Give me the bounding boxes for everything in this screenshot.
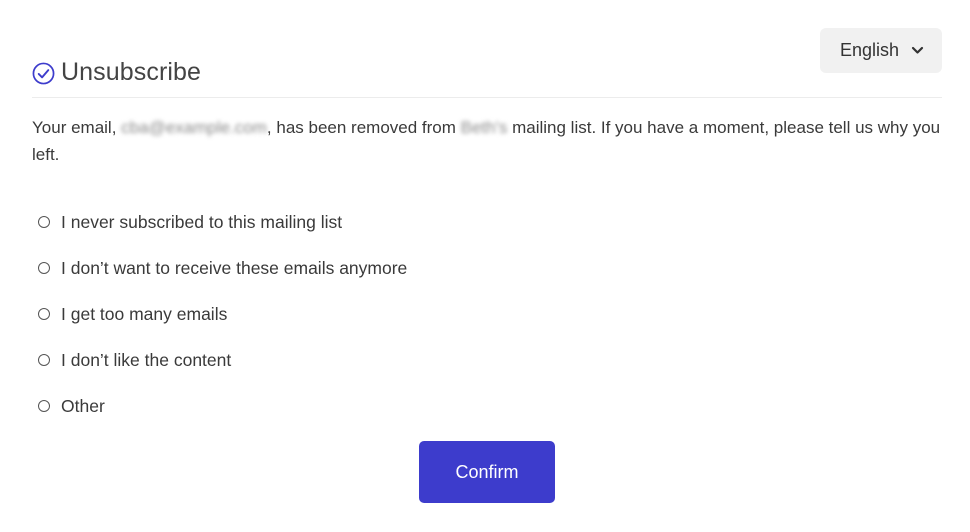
- reason-option[interactable]: I get too many emails: [38, 292, 407, 338]
- reason-label: Other: [61, 395, 105, 416]
- unsubscribe-message: Your email, cba@example.com, has been re…: [32, 114, 942, 168]
- reason-option[interactable]: Other: [38, 384, 407, 430]
- radio-button[interactable]: [38, 354, 50, 366]
- page-title: Unsubscribe: [61, 58, 202, 86]
- reason-label: I get too many emails: [61, 303, 228, 324]
- radio-button[interactable]: [38, 262, 50, 274]
- reason-option[interactable]: I never subscribed to this mailing list: [38, 200, 407, 246]
- confirm-button[interactable]: Confirm: [419, 441, 555, 503]
- email-address: cba@example.com: [121, 118, 267, 137]
- radio-button[interactable]: [38, 216, 50, 228]
- unsubscribe-page: English Unsubscribe Your email, cba@exam…: [0, 0, 970, 532]
- radio-button[interactable]: [38, 400, 50, 412]
- reason-option[interactable]: I don’t want to receive these emails any…: [38, 246, 407, 292]
- reason-option[interactable]: I don’t like the content: [38, 338, 407, 384]
- page-header: Unsubscribe: [32, 58, 201, 87]
- message-middle: , has been removed from: [266, 118, 461, 137]
- language-label: English: [840, 40, 900, 60]
- radio-button[interactable]: [38, 308, 50, 320]
- language-dropdown[interactable]: English: [820, 28, 942, 73]
- check-circle-icon: [32, 62, 55, 85]
- header-divider: [32, 97, 942, 98]
- chevron-down-icon: [911, 46, 924, 54]
- reason-label: I don’t want to receive these emails any…: [61, 257, 408, 278]
- reason-options: I never subscribed to this mailing list …: [38, 200, 407, 430]
- sender-name: Beth's: [460, 118, 508, 137]
- reason-label: I don’t like the content: [61, 349, 232, 370]
- message-prefix: Your email,: [32, 118, 122, 137]
- reason-label: I never subscribed to this mailing list: [61, 211, 343, 232]
